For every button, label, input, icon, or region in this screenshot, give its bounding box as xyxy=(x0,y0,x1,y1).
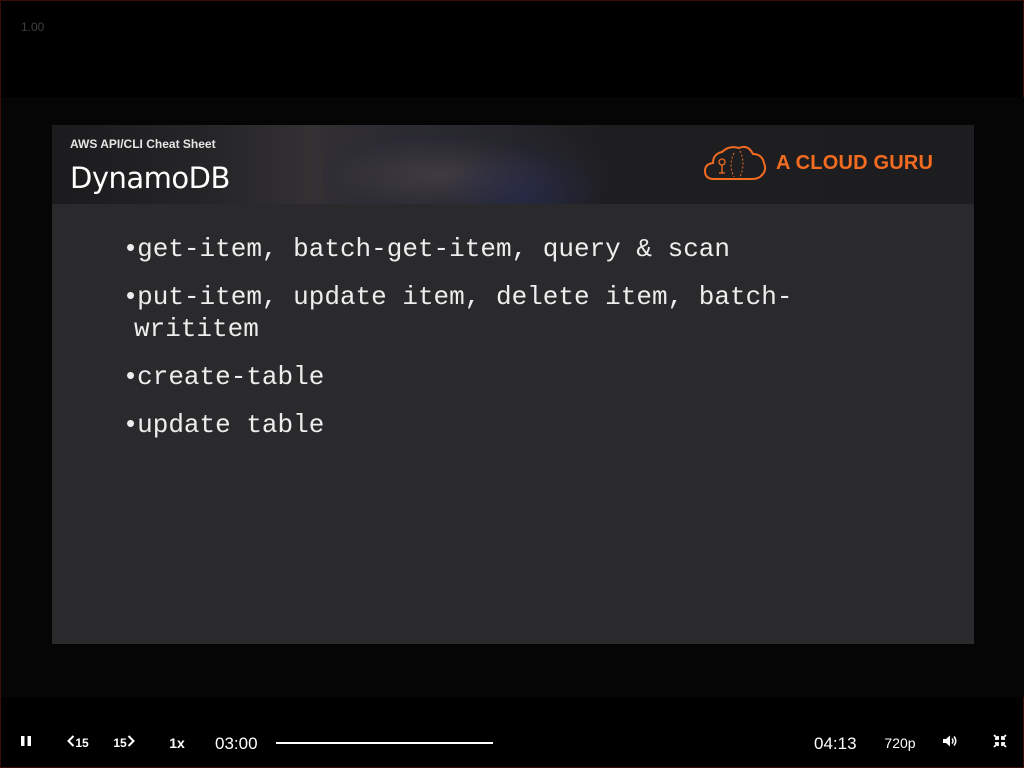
pause-button[interactable] xyxy=(15,731,37,755)
rewind-15-icon xyxy=(67,734,75,752)
forward-15-icon xyxy=(127,734,135,752)
volume-button[interactable] xyxy=(939,731,961,755)
list-item: update table xyxy=(120,407,900,441)
slide-subtitle: AWS API/CLI Cheat Sheet xyxy=(70,137,216,151)
current-time: 03:00 xyxy=(215,734,258,753)
list-item: create-table xyxy=(120,359,900,393)
header-background-accent xyxy=(442,145,602,204)
playback-rate-button[interactable]: 1x xyxy=(163,731,191,755)
exit-fullscreen-button[interactable] xyxy=(989,731,1011,755)
list-item: put-item, update item, delete item, batc… xyxy=(120,279,900,345)
skip-forward-button[interactable]: 15 xyxy=(109,731,139,755)
slide-title: DynamoDB xyxy=(70,161,230,195)
slide-header: AWS API/CLI Cheat Sheet DynamoDB A CLOUD… xyxy=(52,125,974,204)
slide: AWS API/CLI Cheat Sheet DynamoDB A CLOUD… xyxy=(52,125,974,644)
skip-forward-label: 15 xyxy=(113,736,127,750)
skip-back-button[interactable]: 15 xyxy=(63,731,93,755)
cloud-logo-icon xyxy=(702,143,768,183)
speed-indicator: 1.00 xyxy=(21,20,45,34)
skip-back-label: 15 xyxy=(75,736,89,750)
bullet-list: get-item, batch-get-item, query & scan p… xyxy=(120,231,900,455)
quality-button[interactable]: 720p xyxy=(881,731,919,755)
pause-icon xyxy=(20,734,32,752)
brand-name: A CLOUD GURU xyxy=(776,151,934,174)
brand-logo: A CLOUD GURU xyxy=(702,143,933,183)
progress-bar[interactable] xyxy=(276,742,493,744)
video-player[interactable]: 1.00 AWS API/CLI Cheat Sheet DynamoDB A … xyxy=(0,0,1024,768)
total-time: 04:13 xyxy=(814,734,857,753)
volume-icon xyxy=(942,734,958,753)
exit-fullscreen-icon xyxy=(993,733,1007,753)
list-item: get-item, batch-get-item, query & scan xyxy=(120,231,900,265)
control-bar: 15 15 1x 03:00 04:13 720p xyxy=(1,719,1024,768)
